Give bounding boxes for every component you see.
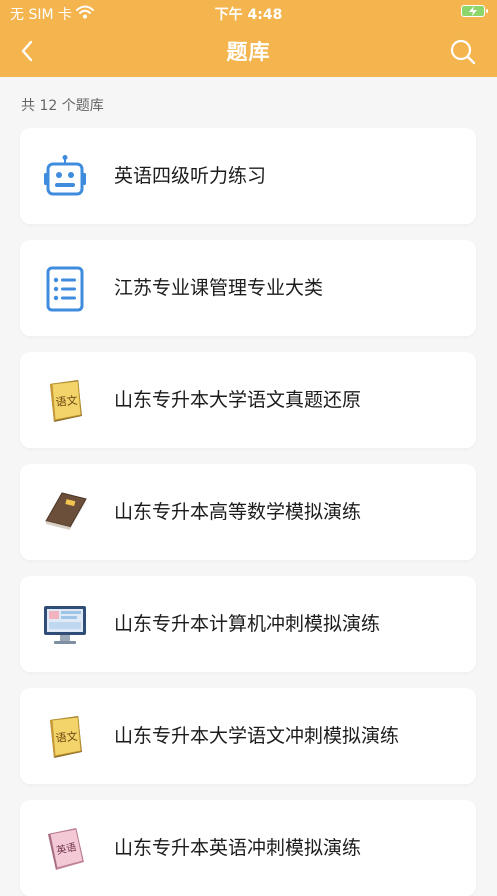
page-title: 题库 [226, 40, 271, 64]
robot-icon [42, 154, 88, 200]
battery-icon [461, 5, 488, 17]
list-item[interactable]: 山东专升本高等数学模拟演练 [20, 464, 476, 560]
list-item-title: 山东专升本计算机冲刺模拟演练 [114, 612, 381, 635]
computer-icon [42, 602, 88, 648]
list-item[interactable]: 语文 山东专升本大学语文冲刺模拟演练 [20, 688, 476, 784]
list-item-title: 英语四级听力练习 [114, 164, 267, 187]
list-item[interactable]: 山东专升本计算机冲刺模拟演练 [20, 576, 476, 672]
list-item[interactable]: 英语 山东专升本英语冲刺模拟演练 [20, 800, 476, 896]
header: 无 SIM 卡 下午 4:48 题库 [0, 0, 497, 77]
status-right [461, 5, 488, 17]
search-icon [450, 39, 476, 65]
chinese-book-icon: 语文 [42, 378, 88, 424]
bank-count-label: 共 12 个题库 [21, 98, 104, 114]
nav-bar: 题库 [0, 26, 497, 77]
math-book-icon [42, 490, 88, 536]
list-icon [42, 266, 88, 312]
english-book-icon: 英语 [42, 826, 88, 872]
svg-text:语文: 语文 [55, 729, 78, 745]
status-time: 下午 4:48 [214, 7, 283, 23]
search-button[interactable] [449, 38, 477, 66]
list-item[interactable]: 语文 山东专升本大学语文真题还原 [20, 352, 476, 448]
list-item-title: 山东专升本大学语文真题还原 [114, 388, 362, 411]
svg-text:语文: 语文 [55, 393, 78, 409]
list-item-title: 山东专升本高等数学模拟演练 [114, 500, 362, 523]
status-bar: 无 SIM 卡 下午 4:48 [0, 0, 497, 26]
list-item[interactable]: 江苏专业课管理专业大类 [20, 240, 476, 336]
list-item[interactable]: 英语四级听力练习 [20, 128, 476, 224]
list-item-title: 山东专升本英语冲刺模拟演练 [114, 836, 362, 859]
list-item-title: 山东专升本大学语文冲刺模拟演练 [114, 724, 400, 747]
list-item-title: 江苏专业课管理专业大类 [114, 276, 324, 299]
chinese-book-icon: 语文 [42, 714, 88, 760]
